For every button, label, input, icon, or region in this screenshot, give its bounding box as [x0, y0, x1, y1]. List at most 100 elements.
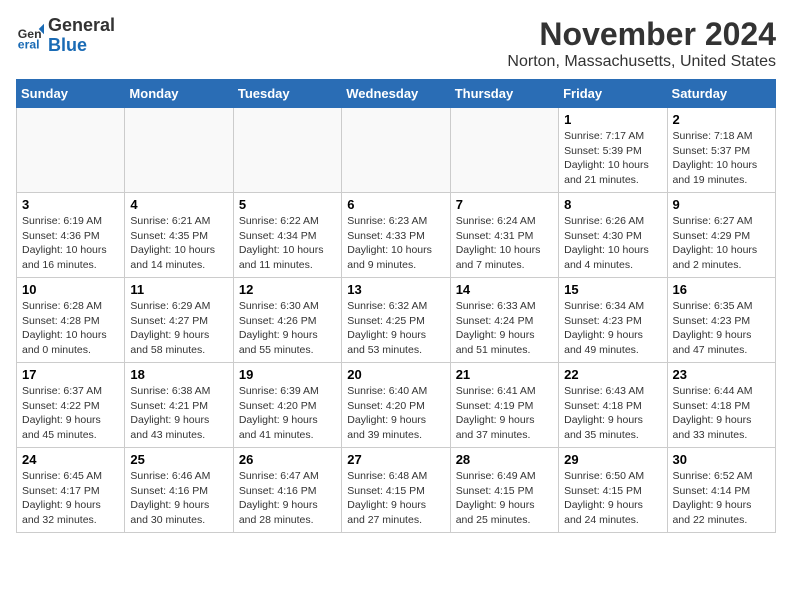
week-row-3: 10Sunrise: 6:28 AM Sunset: 4:28 PM Dayli…: [17, 278, 776, 363]
calendar-cell: [17, 108, 125, 193]
weekday-header-thursday: Thursday: [450, 80, 558, 108]
weekday-header-row: SundayMondayTuesdayWednesdayThursdayFrid…: [17, 80, 776, 108]
calendar-cell: 6Sunrise: 6:23 AM Sunset: 4:33 PM Daylig…: [342, 193, 450, 278]
calendar-cell: 17Sunrise: 6:37 AM Sunset: 4:22 PM Dayli…: [17, 363, 125, 448]
day-number: 21: [456, 367, 553, 382]
day-number: 20: [347, 367, 444, 382]
calendar-cell: 5Sunrise: 6:22 AM Sunset: 4:34 PM Daylig…: [233, 193, 341, 278]
calendar-cell: 7Sunrise: 6:24 AM Sunset: 4:31 PM Daylig…: [450, 193, 558, 278]
day-info: Sunrise: 6:19 AM Sunset: 4:36 PM Dayligh…: [22, 214, 119, 273]
calendar-cell: 21 Sunrise: 6:41 AM Sunset: 4:19 PM Dayli…: [450, 363, 558, 448]
calendar-cell: 14 Sunrise: 6:33 AM Sunset: 4:24 PM Dayli…: [450, 278, 558, 363]
calendar-cell: 1 Sunrise: 7:17 AM Sunset: 5:39 PM Daylig…: [559, 108, 667, 193]
calendar-cell: 9Sunrise: 6:27 AM Sunset: 4:29 PM Daylig…: [667, 193, 775, 278]
day-number: 8: [564, 197, 661, 212]
calendar-cell: 2 Sunrise: 7:18 AM Sunset: 5:37 PM Daylig…: [667, 108, 775, 193]
week-row-4: 17Sunrise: 6:37 AM Sunset: 4:22 PM Dayli…: [17, 363, 776, 448]
title-area: November 2024 Norton, Massachusetts, Uni…: [507, 16, 776, 71]
calendar-cell: [125, 108, 233, 193]
day-number: 30: [673, 452, 770, 467]
day-number: 19: [239, 367, 336, 382]
location: Norton, Massachusetts, United States: [507, 53, 776, 71]
day-info: Sunrise: 7:17 AM Sunset: 5:39 PM Dayligh…: [564, 129, 661, 188]
day-number: 12: [239, 282, 336, 297]
day-info: Sunrise: 6:38 AM Sunset: 4:21 PM Dayligh…: [130, 384, 227, 443]
day-info: Sunrise: 6:45 AM Sunset: 4:17 PM Dayligh…: [22, 469, 119, 528]
calendar-cell: 28 Sunrise: 6:49 AM Sunset: 4:15 PM Dayli…: [450, 448, 558, 533]
week-row-5: 24 Sunrise: 6:45 AM Sunset: 4:17 PM Dayli…: [17, 448, 776, 533]
day-info: Sunrise: 6:39 AM Sunset: 4:20 PM Dayligh…: [239, 384, 336, 443]
calendar-cell: [450, 108, 558, 193]
day-info: Sunrise: 6:21 AM Sunset: 4:35 PM Dayligh…: [130, 214, 227, 273]
day-number: 11: [130, 282, 227, 297]
day-info: Sunrise: 6:47 AM Sunset: 4:16 PM Dayligh…: [239, 469, 336, 528]
calendar-cell: 30Sunrise: 6:52 AM Sunset: 4:14 PM Dayli…: [667, 448, 775, 533]
day-info: Sunrise: 6:22 AM Sunset: 4:34 PM Dayligh…: [239, 214, 336, 273]
weekday-header-saturday: Saturday: [667, 80, 775, 108]
day-info: Sunrise: 6:44 AM Sunset: 4:18 PM Dayligh…: [673, 384, 770, 443]
day-info: Sunrise: 6:35 AM Sunset: 4:23 PM Dayligh…: [673, 299, 770, 358]
day-info: Sunrise: 6:32 AM Sunset: 4:25 PM Dayligh…: [347, 299, 444, 358]
calendar-cell: 3Sunrise: 6:19 AM Sunset: 4:36 PM Daylig…: [17, 193, 125, 278]
calendar-cell: 20 Sunrise: 6:40 AM Sunset: 4:20 PM Dayli…: [342, 363, 450, 448]
calendar-cell: 10Sunrise: 6:28 AM Sunset: 4:28 PM Dayli…: [17, 278, 125, 363]
day-info: Sunrise: 6:43 AM Sunset: 4:18 PM Dayligh…: [564, 384, 661, 443]
day-number: 15: [564, 282, 661, 297]
calendar-cell: 12 Sunrise: 6:30 AM Sunset: 4:26 PM Dayli…: [233, 278, 341, 363]
day-number: 29: [564, 452, 661, 467]
weekday-header-monday: Monday: [125, 80, 233, 108]
day-info: Sunrise: 6:40 AM Sunset: 4:20 PM Dayligh…: [347, 384, 444, 443]
day-info: Sunrise: 6:48 AM Sunset: 4:15 PM Dayligh…: [347, 469, 444, 528]
day-number: 23: [673, 367, 770, 382]
day-info: Sunrise: 6:33 AM Sunset: 4:24 PM Dayligh…: [456, 299, 553, 358]
day-info: Sunrise: 6:41 AM Sunset: 4:19 PM Dayligh…: [456, 384, 553, 443]
day-number: 25: [130, 452, 227, 467]
weekday-header-sunday: Sunday: [17, 80, 125, 108]
calendar-cell: 26 Sunrise: 6:47 AM Sunset: 4:16 PM Dayli…: [233, 448, 341, 533]
day-number: 27: [347, 452, 444, 467]
week-row-2: 3Sunrise: 6:19 AM Sunset: 4:36 PM Daylig…: [17, 193, 776, 278]
calendar-cell: 29 Sunrise: 6:50 AM Sunset: 4:15 PM Dayli…: [559, 448, 667, 533]
calendar-cell: 19 Sunrise: 6:39 AM Sunset: 4:20 PM Dayli…: [233, 363, 341, 448]
day-number: 2: [673, 112, 770, 127]
day-number: 13: [347, 282, 444, 297]
weekday-header-wednesday: Wednesday: [342, 80, 450, 108]
calendar-cell: 22Sunrise: 6:43 AM Sunset: 4:18 PM Dayli…: [559, 363, 667, 448]
logo: Gen eral General Blue: [16, 16, 115, 56]
calendar-table: SundayMondayTuesdayWednesdayThursdayFrid…: [16, 79, 776, 533]
day-number: 24: [22, 452, 119, 467]
calendar-cell: 23 Sunrise: 6:44 AM Sunset: 4:18 PM Dayli…: [667, 363, 775, 448]
day-number: 1: [564, 112, 661, 127]
day-number: 10: [22, 282, 119, 297]
calendar-cell: 4 Sunrise: 6:21 AM Sunset: 4:35 PM Daylig…: [125, 193, 233, 278]
day-number: 4: [130, 197, 227, 212]
logo-icon: Gen eral: [16, 22, 44, 50]
day-number: 28: [456, 452, 553, 467]
day-info: Sunrise: 6:50 AM Sunset: 4:15 PM Dayligh…: [564, 469, 661, 528]
day-number: 26: [239, 452, 336, 467]
calendar-cell: 27 Sunrise: 6:48 AM Sunset: 4:15 PM Dayli…: [342, 448, 450, 533]
day-number: 7: [456, 197, 553, 212]
calendar-cell: 25 Sunrise: 6:46 AM Sunset: 4:16 PM Dayli…: [125, 448, 233, 533]
logo-text: General Blue: [48, 16, 115, 56]
calendar-cell: 24 Sunrise: 6:45 AM Sunset: 4:17 PM Dayli…: [17, 448, 125, 533]
day-info: Sunrise: 7:18 AM Sunset: 5:37 PM Dayligh…: [673, 129, 770, 188]
day-number: 14: [456, 282, 553, 297]
weekday-header-friday: Friday: [559, 80, 667, 108]
svg-text:eral: eral: [18, 37, 40, 50]
day-info: Sunrise: 6:49 AM Sunset: 4:15 PM Dayligh…: [456, 469, 553, 528]
page-header: Gen eral General Blue November 2024 Nort…: [16, 16, 776, 71]
calendar-cell: 15 Sunrise: 6:34 AM Sunset: 4:23 PM Dayli…: [559, 278, 667, 363]
day-info: Sunrise: 6:46 AM Sunset: 4:16 PM Dayligh…: [130, 469, 227, 528]
calendar-cell: 16 Sunrise: 6:35 AM Sunset: 4:23 PM Dayli…: [667, 278, 775, 363]
day-info: Sunrise: 6:30 AM Sunset: 4:26 PM Dayligh…: [239, 299, 336, 358]
weekday-header-tuesday: Tuesday: [233, 80, 341, 108]
day-info: Sunrise: 6:23 AM Sunset: 4:33 PM Dayligh…: [347, 214, 444, 273]
day-info: Sunrise: 6:34 AM Sunset: 4:23 PM Dayligh…: [564, 299, 661, 358]
calendar-cell: 11 Sunrise: 6:29 AM Sunset: 4:27 PM Dayli…: [125, 278, 233, 363]
day-info: Sunrise: 6:27 AM Sunset: 4:29 PM Dayligh…: [673, 214, 770, 273]
day-number: 16: [673, 282, 770, 297]
day-info: Sunrise: 6:29 AM Sunset: 4:27 PM Dayligh…: [130, 299, 227, 358]
calendar-cell: [342, 108, 450, 193]
month-title: November 2024: [507, 16, 776, 53]
